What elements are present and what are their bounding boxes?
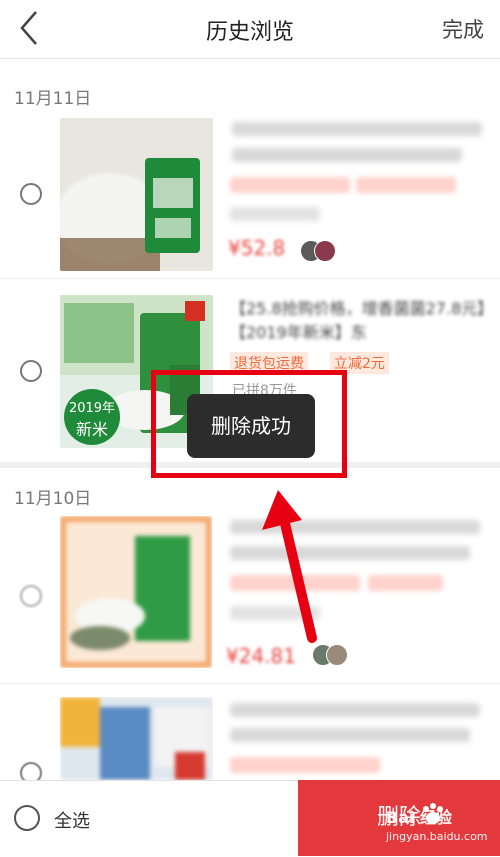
toast-message: 删除成功 [187, 394, 315, 458]
baidu-jingyan-watermark: Bai 经验 jingyan.baidu.com [380, 800, 500, 850]
select-all-label[interactable]: 全选 [54, 807, 90, 833]
watermark-text: Bai 经验 [386, 808, 453, 827]
watermark-url: jingyan.baidu.com [386, 830, 488, 843]
select-all-radio[interactable] [14, 805, 40, 831]
